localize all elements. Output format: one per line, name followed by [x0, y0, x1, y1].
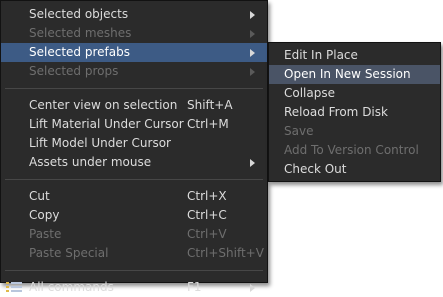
- submenu-item-save[interactable]: Save: [269, 122, 440, 141]
- submenu-arrow-icon: [250, 11, 255, 19]
- menu-item-shortcut: Ctrl+M: [187, 117, 229, 131]
- submenu-item-label: Edit In Place: [284, 48, 358, 62]
- menu-item-shortcut: Ctrl+X: [187, 189, 227, 203]
- menu-item-label: Center view on selection: [29, 98, 178, 112]
- menu-item-selected-meshes[interactable]: Selected meshes: [1, 24, 267, 43]
- menu-item-selected-prefabs[interactable]: Selected prefabs: [1, 43, 267, 62]
- submenu-arrow-icon: [250, 30, 255, 38]
- menu-item-paste-special[interactable]: Paste Special Ctrl+Shift+V: [1, 244, 267, 263]
- menu-item-label: Selected meshes: [29, 26, 132, 40]
- menu-separator: [5, 88, 263, 89]
- menu-item-selected-objects[interactable]: Selected objects: [1, 5, 267, 24]
- menu-item-label: Cut: [29, 189, 50, 203]
- context-menu: Selected objects Selected meshes Selecte…: [0, 0, 268, 294]
- submenu-item-label: Reload From Disk: [284, 105, 388, 119]
- menu-separator: [5, 179, 263, 180]
- submenu-item-reload-from-disk[interactable]: Reload From Disk: [269, 103, 440, 122]
- menu-item-lift-material[interactable]: Lift Material Under Cursor Ctrl+M: [1, 115, 267, 134]
- submenu-arrow-icon: [250, 49, 255, 57]
- menu-item-paste[interactable]: Paste Ctrl+V: [1, 225, 267, 244]
- menu-item-lift-model[interactable]: Lift Model Under Cursor: [1, 134, 267, 153]
- prefab-submenu: Edit In Place Open In New Session Collap…: [268, 42, 441, 182]
- submenu-arrow-icon: [250, 159, 255, 167]
- menu-item-label: Lift Model Under Cursor: [29, 136, 171, 150]
- menu-item-label: Paste Special: [29, 246, 109, 260]
- menu-separator: [5, 270, 263, 271]
- submenu-item-open-in-new-session[interactable]: Open In New Session: [269, 65, 440, 84]
- menu-item-shortcut: Shift+A: [187, 98, 233, 112]
- menu-item-shortcut: Ctrl+V: [187, 227, 227, 241]
- menu-item-label: Assets under mouse: [29, 155, 152, 169]
- menu-item-label: Lift Material Under Cursor: [29, 117, 184, 131]
- menu-item-label: Paste: [29, 227, 62, 241]
- submenu-item-label: Check Out: [284, 162, 347, 176]
- submenu-item-label: Open In New Session: [284, 67, 411, 81]
- submenu-arrow-icon: [250, 284, 255, 292]
- menu-item-shortcut: F1: [187, 280, 202, 294]
- submenu-item-edit-in-place[interactable]: Edit In Place: [269, 46, 440, 65]
- submenu-item-label: Save: [284, 124, 314, 138]
- submenu-arrow-icon: [250, 68, 255, 76]
- menu-item-all-commands[interactable]: All commands F1: [1, 278, 267, 297]
- menu-item-label: All commands: [29, 280, 114, 294]
- menu-item-cut[interactable]: Cut Ctrl+X: [1, 187, 267, 206]
- menu-item-shortcut: Ctrl+Shift+V: [187, 246, 264, 260]
- menu-item-shortcut: Ctrl+C: [187, 208, 227, 222]
- menu-item-label: Selected props: [29, 64, 119, 78]
- submenu-item-label: Add To Version Control: [284, 143, 419, 157]
- menu-item-assets-under-mouse[interactable]: Assets under mouse: [1, 153, 267, 172]
- menu-item-label: Copy: [29, 208, 60, 222]
- menu-item-label: Selected objects: [29, 7, 129, 21]
- submenu-item-collapse[interactable]: Collapse: [269, 84, 440, 103]
- menu-item-selected-props[interactable]: Selected props: [1, 62, 267, 81]
- submenu-item-check-out[interactable]: Check Out: [269, 160, 440, 179]
- submenu-item-label: Collapse: [284, 86, 335, 100]
- menu-item-center-view[interactable]: Center view on selection Shift+A: [1, 96, 267, 115]
- menu-item-copy[interactable]: Copy Ctrl+C: [1, 206, 267, 225]
- menu-item-label: Selected prefabs: [29, 45, 130, 59]
- submenu-item-add-to-version-control[interactable]: Add To Version Control: [269, 141, 440, 160]
